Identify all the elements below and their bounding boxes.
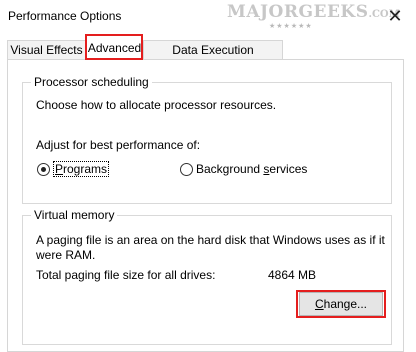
processor-scheduling-group: Processor scheduling Choose how to alloc…: [22, 75, 392, 204]
title-bar: Performance Options MAJORGEEKS.COM ★★★★★…: [0, 0, 416, 32]
watermark-stars: ★★★★★★: [269, 23, 313, 30]
advanced-tab-highlight: [85, 34, 143, 60]
majorgeeks-watermark: MAJORGEEKS.COM ★★★★★★: [225, 0, 400, 32]
virtual-memory-description-line1: A paging file is an area on the hard dis…: [36, 233, 385, 247]
virtual-memory-title: Virtual memory: [31, 208, 118, 222]
virtual-memory-group: Virtual memory A paging file is an area …: [22, 208, 392, 345]
close-icon[interactable]: ✕: [385, 6, 405, 26]
tab-visual-effects[interactable]: Visual Effects: [7, 40, 86, 59]
processor-scheduling-title: Processor scheduling: [31, 75, 152, 89]
total-paging-label: Total paging file size for all drives:: [36, 268, 216, 282]
background-services-radio[interactable]: [180, 163, 193, 176]
total-paging-value: 4864 MB: [268, 268, 317, 282]
adjust-label: Adjust for best performance of:: [36, 138, 201, 152]
programs-radio[interactable]: [37, 163, 50, 176]
virtual-memory-description-line2: were RAM.: [36, 248, 96, 262]
background-services-label[interactable]: Background services: [196, 162, 307, 176]
tab-data-execution-prevention[interactable]: Data Execution Prevention: [143, 40, 283, 76]
processor-description: Choose how to allocate processor resourc…: [36, 98, 277, 112]
programs-label[interactable]: Programs: [53, 161, 110, 177]
window-title: Performance Options: [8, 9, 122, 23]
watermark-brand: MAJORGEEKS.COM: [227, 2, 400, 22]
change-button[interactable]: Change...: [299, 292, 383, 316]
